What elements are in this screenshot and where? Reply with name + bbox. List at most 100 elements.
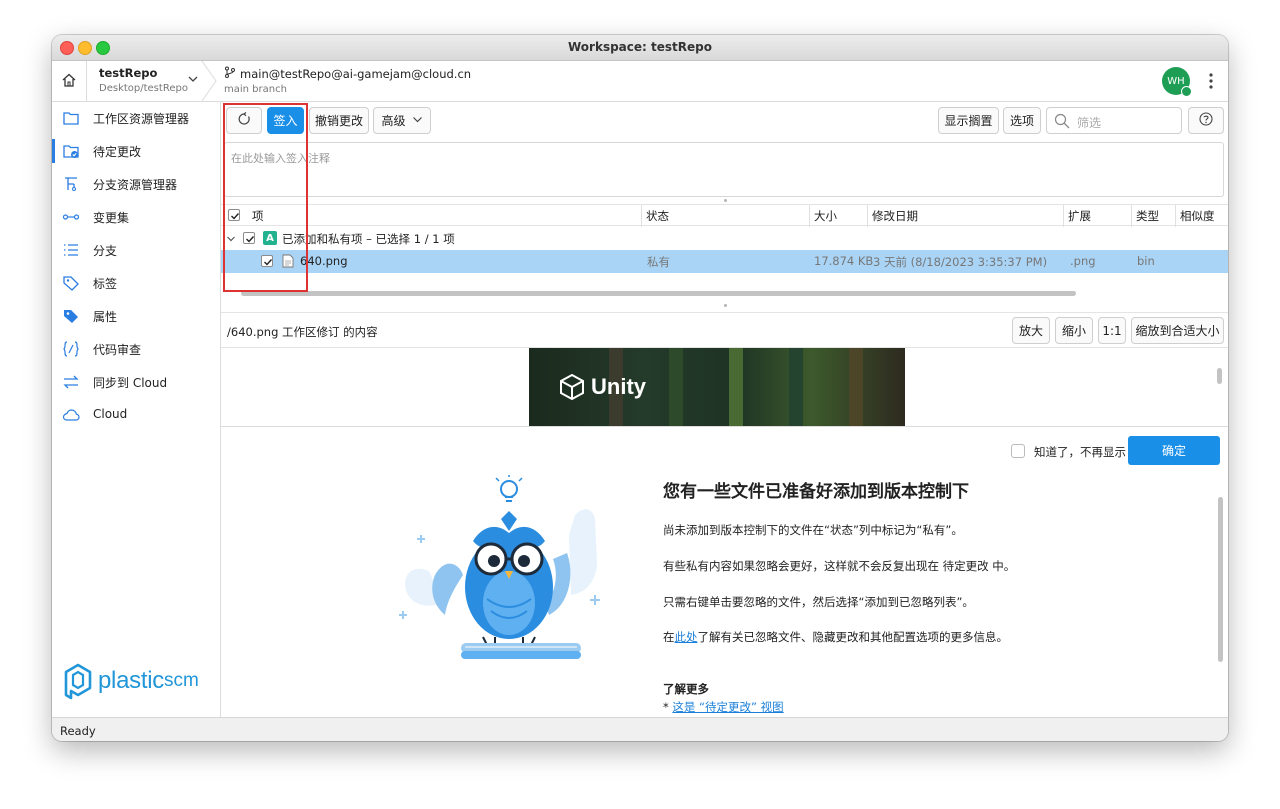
window-title: Workspace: testRepo <box>568 40 712 54</box>
tag-icon <box>62 274 80 292</box>
sidebar-item-attributes[interactable]: 属性 <box>52 300 220 332</box>
column-divider[interactable] <box>1175 205 1176 227</box>
sidebar-item-branches[interactable]: 分支 <box>52 234 220 266</box>
zoom-in-button[interactable]: 放大 <box>1012 317 1050 344</box>
dont-show-again-label: 知道了，不再显示 <box>1034 445 1126 459</box>
workspace-header: testRepo Desktop/testRepo main@testRepo@… <box>52 60 1228 104</box>
code-review-icon <box>62 340 80 358</box>
file-type: bin <box>1137 254 1155 268</box>
sidebar-item-sync-to-cloud[interactable]: 同步到 Cloud <box>52 366 220 398</box>
sidebar-item-branch-explorer[interactable]: 分支资源管理器 <box>52 168 220 200</box>
sidebar-item-workspace-explorer[interactable]: 工作区资源管理器 <box>52 102 220 134</box>
show-shelves-button[interactable]: 显示搁置 <box>938 107 999 134</box>
splitter-handle[interactable] <box>724 304 727 307</box>
table-header: 项 状态 大小 修改日期 扩展 类型 相似度 <box>221 204 1228 227</box>
status-bar: Ready <box>52 717 1228 741</box>
table-row[interactable]: 640.png 私有 17.874 KB 3 天前 (8/18/2023 3:3… <box>221 250 1228 273</box>
preview-toolbar: /640.png 工作区修订 的内容 放大 缩小 1:1 缩放到合适大小 <box>221 312 1228 348</box>
help-panel: 知道了，不再显示 确定 您有一些文件已准备好添加到版本控制下 尚未添加到版本控制… <box>221 426 1228 718</box>
column-type[interactable]: 类型 <box>1136 208 1159 224</box>
branch-name: main@testRepo@ai-gamejam@cloud.cn <box>240 66 472 81</box>
learn-more-item: * 这是 “待定更改” 视图 <box>663 699 784 715</box>
options-button[interactable]: 选项 <box>1003 107 1041 134</box>
help-button[interactable] <box>1188 107 1224 134</box>
help-paragraph: 尚未添加到版本控制下的文件在“状态”列中标记为“私有”。 <box>663 523 963 537</box>
splitter-handle[interactable] <box>724 199 727 202</box>
list-icon <box>62 241 80 259</box>
help-text: 了解有关已忽略文件、隐藏更改和其他配置选项的更多信息。 <box>697 630 1009 644</box>
home-button[interactable] <box>52 61 87 101</box>
home-icon <box>61 72 77 91</box>
question-icon <box>1199 112 1213 129</box>
column-status[interactable]: 状态 <box>646 208 669 224</box>
dont-show-again-checkbox[interactable] <box>1011 444 1025 458</box>
preview-title: /640.png 工作区修订 的内容 <box>227 325 378 339</box>
sidebar-item-label: 同步到 Cloud <box>93 376 168 390</box>
file-size: 17.874 KB <box>814 254 874 268</box>
pending-changes-view-link[interactable]: 这是 “待定更改” 视图 <box>672 700 783 714</box>
image-stripe <box>729 348 743 426</box>
checkin-comment-input[interactable]: 在此处输入签入注释 <box>224 142 1224 197</box>
help-title: 您有一些文件已准备好添加到版本控制下 <box>663 482 969 502</box>
advanced-label: 高级 <box>381 114 406 128</box>
repo-name: testRepo <box>99 66 158 80</box>
sidebar-item-pending-changes[interactable]: 待定更改 <box>52 135 220 167</box>
sidebar-item-label: 变更集 <box>93 211 130 225</box>
sidebar-item-label: 分支 <box>93 244 118 258</box>
branch-explorer-icon <box>62 175 80 193</box>
table-horizontal-scrollbar[interactable] <box>241 291 1076 296</box>
status-text: Ready <box>60 724 96 738</box>
breadcrumb-separator <box>200 60 220 104</box>
sidebar-item-labels[interactable]: 标签 <box>52 267 220 299</box>
avatar-status-badge <box>1181 86 1192 97</box>
advanced-dropdown[interactable]: 高级 <box>373 107 431 134</box>
sidebar: 工作区资源管理器 待定更改 分支资源管理器 变更集 分支 标签 属性 代码审查 … <box>52 102 221 717</box>
sidebar-item-changesets[interactable]: 变更集 <box>52 201 220 233</box>
pending-changes-view: 签入 撤销更改 高级 显示搁置 选项 筛选 在此处输入签入注释 项 状态 大小 <box>221 102 1228 718</box>
help-text: 在 <box>663 630 675 644</box>
preview-scrollbar[interactable] <box>1217 368 1222 384</box>
column-divider[interactable] <box>809 205 810 227</box>
sidebar-item-label: 分支资源管理器 <box>93 178 178 192</box>
chevron-down-icon <box>412 114 423 128</box>
file-extension: .png <box>1070 254 1096 268</box>
zoom-out-button[interactable]: 缩小 <box>1055 317 1093 344</box>
repository-selector[interactable]: testRepo Desktop/testRepo <box>87 61 215 101</box>
filter-placeholder: 筛选 <box>1077 116 1102 130</box>
column-modified-date[interactable]: 修改日期 <box>872 208 918 224</box>
more-options-icon[interactable] <box>1206 71 1216 91</box>
help-paragraph: 在此处了解有关已忽略文件、隐藏更改和其他配置选项的更多信息。 <box>663 629 1008 645</box>
fit-to-window-button[interactable]: 缩放到合适大小 <box>1131 317 1224 344</box>
sidebar-item-code-review[interactable]: 代码审查 <box>52 333 220 365</box>
search-icon <box>1054 113 1070 132</box>
column-similarity[interactable]: 相似度 <box>1180 208 1215 224</box>
branch-icon <box>224 66 236 81</box>
owl-illustration <box>399 475 600 659</box>
sidebar-item-label: 待定更改 <box>93 145 142 159</box>
sidebar-item-cloud[interactable]: Cloud <box>52 399 220 431</box>
image-stripe <box>669 348 683 426</box>
help-panel-scrollbar[interactable] <box>1218 497 1223 662</box>
preview-image: Unity <box>529 348 905 426</box>
actual-size-button[interactable]: 1:1 <box>1098 317 1126 344</box>
column-divider[interactable] <box>1063 205 1064 227</box>
image-stripe <box>849 348 863 426</box>
undo-changes-button[interactable]: 撤销更改 <box>309 107 369 134</box>
unity-logo: Unity <box>559 374 646 400</box>
sidebar-item-label: 代码审查 <box>93 343 142 357</box>
column-divider[interactable] <box>1131 205 1132 227</box>
bullet: * <box>663 700 669 714</box>
here-link[interactable]: 此处 <box>675 630 698 644</box>
sync-icon <box>62 373 80 391</box>
column-size[interactable]: 大小 <box>814 208 837 224</box>
column-extension[interactable]: 扩展 <box>1068 208 1091 224</box>
column-divider[interactable] <box>641 205 642 227</box>
image-preview: Unity <box>221 348 1228 426</box>
sidebar-item-label: 属性 <box>93 310 118 324</box>
table-group-row[interactable]: A 已添加和私有项 – 已选择 1 / 1 项 <box>221 227 1228 250</box>
ok-button[interactable]: 确定 <box>1128 436 1220 465</box>
plastic-scm-logo: plastic scm <box>62 662 199 700</box>
filter-input[interactable]: 筛选 <box>1046 107 1182 134</box>
branch-selector[interactable]: main@testRepo@ai-gamejam@cloud.cn <box>224 66 471 81</box>
column-divider[interactable] <box>867 205 868 227</box>
